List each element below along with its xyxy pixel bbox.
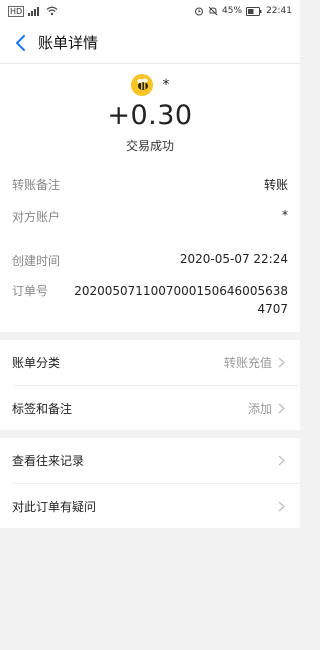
- wifi-icon: [46, 6, 58, 16]
- category-right: 转账充值: [224, 354, 288, 371]
- hd-indicator: HD: [8, 5, 25, 17]
- history-label: 查看往来记录: [12, 453, 85, 468]
- counterparty-name: *: [162, 77, 170, 93]
- order-question-row[interactable]: 对此订单有疑问: [0, 484, 300, 528]
- chevron-right-icon: [278, 357, 288, 367]
- tags-value: 添加: [247, 401, 272, 416]
- status-bar: HD 45% 22:41: [0, 0, 300, 22]
- category-value: 转账充值: [223, 355, 272, 370]
- alarm-icon: [194, 6, 204, 16]
- order-label: 订单号: [12, 284, 49, 298]
- order-number: 2020050711007000150646005638 4707: [74, 284, 288, 316]
- detail-row-note: 转账备注 转账: [12, 176, 288, 193]
- signal-icon: [28, 6, 42, 16]
- mute-icon: [208, 6, 218, 16]
- tags-label: 标签和备注: [12, 401, 73, 416]
- created-value: 2020-05-07 22:24: [179, 252, 288, 266]
- status-bar-left: HD: [8, 5, 58, 17]
- avatar: [130, 74, 153, 96]
- detail-row-created: 创建时间 2020-05-07 22:24: [12, 252, 288, 269]
- page-title: 账单详情: [38, 34, 99, 52]
- bill-category-row[interactable]: 账单分类 转账充值: [0, 340, 300, 384]
- support-section: 查看往来记录 对此订单有疑问: [0, 438, 300, 528]
- clock-time: 22:41: [266, 6, 292, 16]
- bill-settings-section: 账单分类 转账充值 标签和备注 添加: [0, 340, 300, 430]
- status-bar-right: 45% 22:41: [194, 6, 292, 16]
- transaction-amount: +0.30: [107, 100, 193, 131]
- note-label: 转账备注: [12, 178, 61, 192]
- account-label: 对方账户: [12, 210, 61, 224]
- battery-icon: [246, 6, 262, 16]
- counterparty: *: [0, 74, 300, 96]
- back-arrow-icon[interactable]: [10, 33, 30, 53]
- transaction-status: 交易成功: [125, 139, 174, 153]
- tags-notes-row[interactable]: 标签和备注 添加: [0, 386, 300, 430]
- header-bar: 账单详情: [0, 22, 300, 64]
- detail-row-order: 订单号 2020050711007000150646005638 4707: [12, 282, 288, 318]
- tags-right: 添加: [248, 400, 288, 417]
- detail-row-account: 对方账户 *: [12, 208, 288, 225]
- question-label: 对此订单有疑问: [12, 499, 97, 514]
- account-value: *: [282, 208, 288, 222]
- chevron-right-icon: [278, 403, 288, 413]
- chevron-right-icon: [278, 455, 288, 465]
- note-value: 转账: [263, 178, 288, 192]
- chevron-right-icon: [278, 501, 288, 511]
- category-label: 账单分类: [12, 355, 61, 370]
- battery-percent: 45%: [222, 6, 243, 16]
- bill-summary-card: * +0.30 交易成功 转账备注 转账 对方账户 * 创建时间 2020-05…: [0, 64, 300, 332]
- view-history-row[interactable]: 查看往来记录: [0, 438, 300, 482]
- created-label: 创建时间: [12, 254, 61, 268]
